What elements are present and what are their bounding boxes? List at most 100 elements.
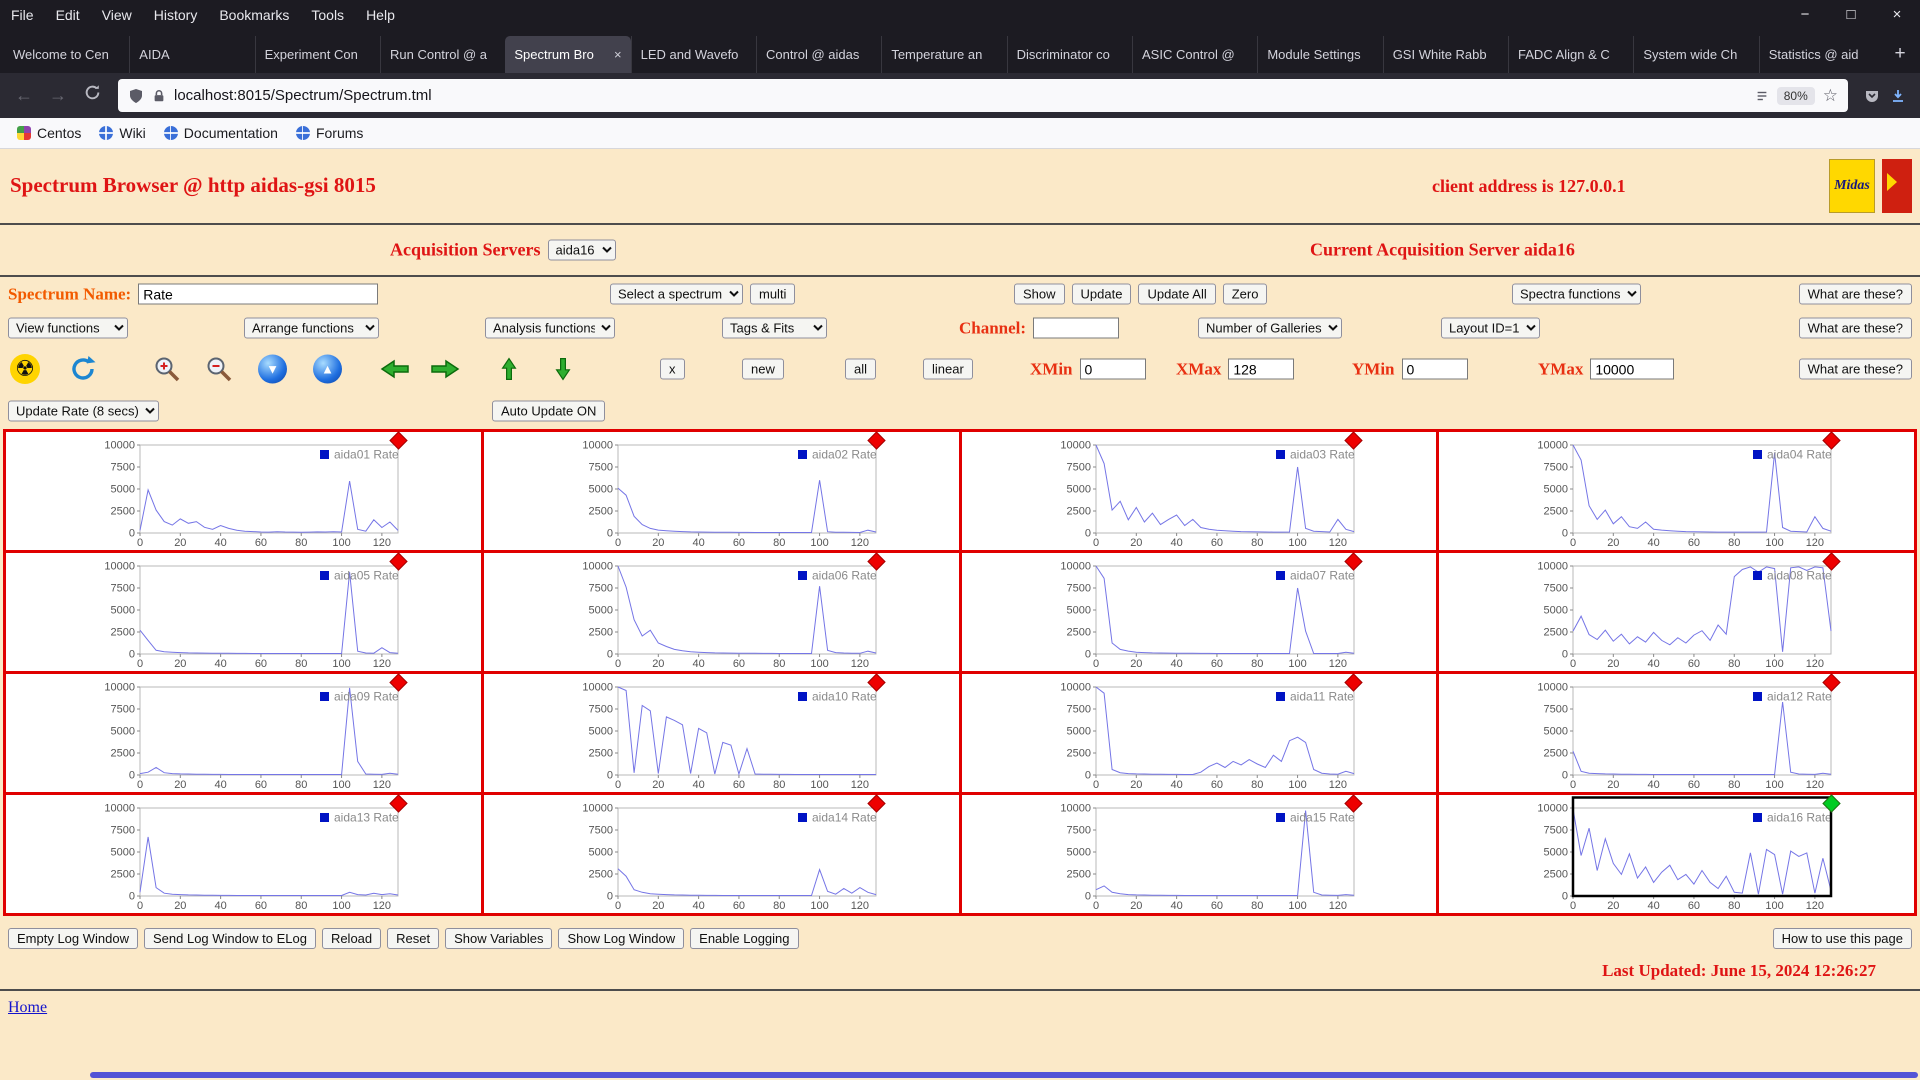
show-variables-button[interactable]: Show Variables (445, 928, 553, 949)
arrow-right-icon[interactable] (428, 352, 462, 386)
show-button[interactable]: Show (1014, 283, 1065, 305)
menu-bookmarks[interactable]: Bookmarks (208, 7, 300, 23)
zoom-in-icon[interactable] (150, 352, 184, 386)
bookmark-wiki[interactable]: Wiki (90, 125, 154, 141)
tab-welcome-to-cen[interactable]: Welcome to Cen (4, 36, 129, 73)
scroll-up-sphere-icon[interactable]: ▲ (313, 354, 342, 384)
spectrum-cell-aida07[interactable]: 0 2500 5000 7500 10000 0 20 40 60 80 100 120 aida07 … (961, 552, 1437, 671)
enable-logging-button[interactable]: Enable Logging (690, 928, 799, 949)
view-functions-dropdown[interactable]: View functions (8, 317, 128, 339)
tab-led-and-wavefo[interactable]: LED and Wavefo (630, 36, 756, 73)
menu-history[interactable]: History (143, 7, 209, 23)
zoom-out-icon[interactable] (202, 352, 236, 386)
spectrum-cell-aida13[interactable]: 0 2500 5000 7500 10000 0 20 40 60 80 100 120 aida13 … (6, 794, 481, 913)
radiation-icon[interactable]: ☢ (10, 354, 40, 384)
what-are-these-button-2[interactable]: What are these? (1798, 317, 1912, 339)
maximize-button[interactable]: □ (1828, 0, 1874, 30)
acquisition-server-select[interactable]: aida16 (547, 239, 616, 261)
spectrum-cell-aida03[interactable]: 0 2500 5000 7500 10000 0 20 40 60 80 100 120 aida03 … (961, 431, 1437, 550)
menu-file[interactable]: File (0, 7, 45, 23)
update-button[interactable]: Update (1071, 283, 1132, 305)
tab-statistics-aid[interactable]: Statistics @ aid (1758, 36, 1884, 73)
update-rate-dropdown[interactable]: Update Rate (8 secs) (8, 400, 159, 422)
reload-button[interactable]: Reload (321, 928, 382, 949)
bookmark-documentation[interactable]: Documentation (155, 125, 287, 141)
tab-system-wide-ch[interactable]: System wide Ch (1633, 36, 1758, 73)
update-all-button[interactable]: Update All (1138, 283, 1216, 305)
reader-mode-icon[interactable] (1755, 89, 1769, 103)
horizontal-scrollbar[interactable] (90, 1072, 1918, 1078)
arrow-up-icon[interactable] (492, 352, 526, 386)
spectrum-cell-aida08[interactable]: 0 2500 5000 7500 10000 0 20 40 60 80 100 120 aida08 … (1439, 552, 1914, 671)
spectrum-name-input[interactable] (138, 283, 379, 305)
new-button[interactable]: new (742, 358, 784, 380)
pocket-icon[interactable] (1864, 88, 1880, 104)
tab-experiment-con[interactable]: Experiment Con (254, 36, 380, 73)
tab-module-settings[interactable]: Module Settings (1257, 36, 1382, 73)
menu-tools[interactable]: Tools (300, 7, 355, 23)
back-button[interactable]: ← (8, 80, 40, 112)
spectrum-cell-aida01[interactable]: 0 2500 5000 7500 10000 0 20 40 60 80 100 120 aida01 … (6, 431, 481, 550)
minimize-button[interactable]: − (1782, 0, 1828, 30)
bookmark-star-icon[interactable]: ☆ (1823, 86, 1838, 106)
arrange-functions-dropdown[interactable]: Arrange functions (244, 317, 379, 339)
lock-icon[interactable] (152, 89, 166, 103)
tab-control-aidas[interactable]: Control @ aidas (755, 36, 881, 73)
tab-spectrum-bro[interactable]: Spectrum Bro × (505, 36, 631, 73)
arrow-down-icon[interactable] (546, 352, 580, 386)
ymin-input[interactable] (1401, 358, 1468, 380)
spectrum-cell-aida16[interactable]: 0 2500 5000 7500 10000 0 20 40 60 80 100 120 aida16 … (1439, 794, 1914, 913)
url-text[interactable]: localhost:8015/Spectrum/Spectrum.tml (174, 87, 1747, 104)
channel-input[interactable] (1033, 317, 1120, 339)
multi-button[interactable]: multi (750, 283, 796, 305)
x-button[interactable]: x (660, 358, 685, 380)
tab-close-icon[interactable]: × (614, 47, 622, 62)
linear-button[interactable]: linear (923, 358, 973, 380)
spectrum-cell-aida06[interactable]: 0 2500 5000 7500 10000 0 20 40 60 80 100 120 aida06 … (483, 552, 959, 671)
spectra-functions-dropdown[interactable]: Spectra functions (1512, 283, 1641, 305)
zoom-level-badge[interactable]: 80% (1776, 86, 1815, 105)
spectrum-cell-aida15[interactable]: 0 2500 5000 7500 10000 0 20 40 60 80 100 120 aida15 … (961, 794, 1437, 913)
forward-button[interactable]: → (42, 80, 74, 112)
spectrum-cell-aida02[interactable]: 0 2500 5000 7500 10000 0 20 40 60 80 100 120 aida02 … (483, 431, 959, 550)
url-bar[interactable]: localhost:8015/Spectrum/Spectrum.tml 80%… (118, 79, 1848, 112)
scroll-down-sphere-icon[interactable]: ▼ (258, 354, 287, 384)
auto-update-button[interactable]: Auto Update ON (492, 400, 606, 422)
tab-gsi-white-rabb[interactable]: GSI White Rabb (1382, 36, 1508, 73)
xmax-input[interactable] (1228, 358, 1295, 380)
how-to-use-button[interactable]: How to use this page (1772, 928, 1912, 949)
what-are-these-button-3[interactable]: What are these? (1798, 358, 1912, 380)
empty-log-window-button[interactable]: Empty Log Window (8, 928, 138, 949)
bookmark-forums[interactable]: Forums (287, 125, 372, 141)
refresh-icon[interactable] (66, 352, 100, 386)
tags-fits-dropdown[interactable]: Tags & Fits (722, 317, 827, 339)
all-button[interactable]: all (845, 358, 877, 380)
xmin-input[interactable] (1079, 358, 1146, 380)
tab-run-control-a[interactable]: Run Control @ a (379, 36, 505, 73)
tab-temperature-an[interactable]: Temperature an (881, 36, 1006, 73)
close-button[interactable]: × (1874, 0, 1920, 30)
reset-button[interactable]: Reset (387, 928, 440, 949)
what-are-these-button-1[interactable]: What are these? (1798, 283, 1912, 305)
spectrum-cell-aida04[interactable]: 0 2500 5000 7500 10000 0 20 40 60 80 100 120 aida04 … (1439, 431, 1914, 550)
zero-button[interactable]: Zero (1222, 283, 1268, 305)
menu-help[interactable]: Help (355, 7, 406, 23)
bookmark-centos[interactable]: Centos (8, 125, 90, 141)
home-link[interactable]: Home (8, 999, 47, 1016)
send-log-window-to-elog-button[interactable]: Send Log Window to ELog (144, 928, 316, 949)
analysis-functions-dropdown[interactable]: Analysis functions (485, 317, 615, 339)
spectrum-cell-aida12[interactable]: 0 2500 5000 7500 10000 0 20 40 60 80 100 120 aida12 … (1439, 673, 1914, 792)
tab-fadc-align-c[interactable]: FADC Align & C (1508, 36, 1633, 73)
tab-aida[interactable]: AIDA (129, 36, 254, 73)
downloads-icon[interactable] (1890, 88, 1906, 104)
menu-view[interactable]: View (91, 7, 143, 23)
number-of-galleries-dropdown[interactable]: Number of Galleries (1198, 317, 1342, 339)
tab-discriminator-co[interactable]: Discriminator co (1006, 36, 1132, 73)
show-log-window-button[interactable]: Show Log Window (558, 928, 685, 949)
spectrum-cell-aida05[interactable]: 0 2500 5000 7500 10000 0 20 40 60 80 100 120 aida05 … (6, 552, 481, 671)
menu-edit[interactable]: Edit (45, 7, 91, 23)
spectrum-cell-aida14[interactable]: 0 2500 5000 7500 10000 0 20 40 60 80 100 120 aida14 … (483, 794, 959, 913)
tab-asic-control[interactable]: ASIC Control @ (1132, 36, 1257, 73)
spectrum-cell-aida11[interactable]: 0 2500 5000 7500 10000 0 20 40 60 80 100 120 aida11 … (961, 673, 1437, 792)
arrow-left-icon[interactable] (378, 352, 412, 386)
